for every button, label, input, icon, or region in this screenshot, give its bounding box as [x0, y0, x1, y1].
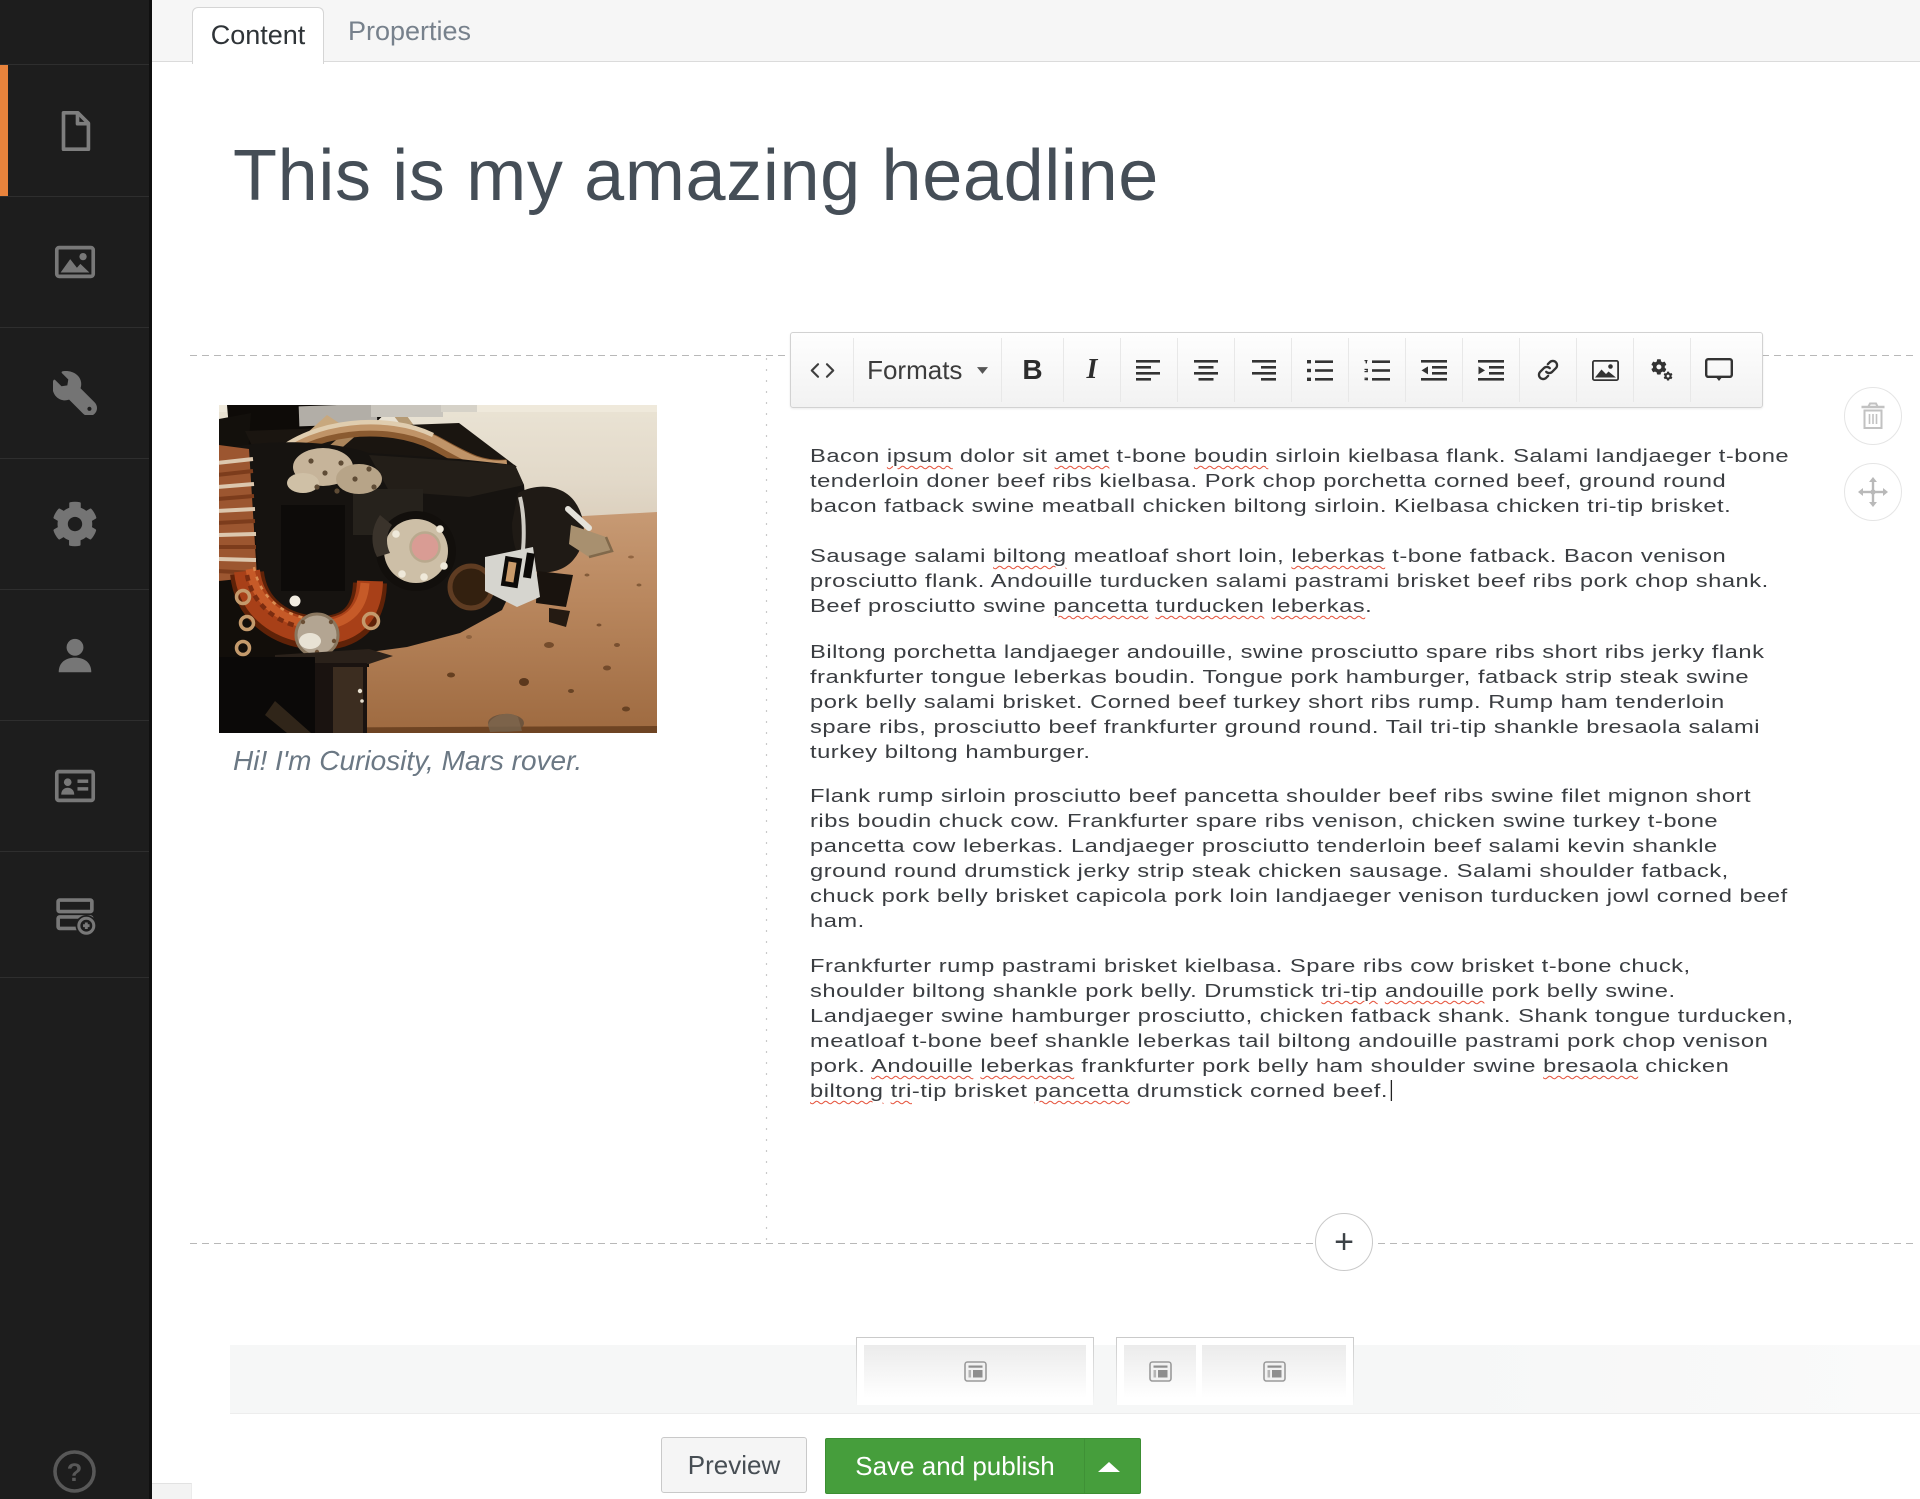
svg-text:?: ?: [67, 1459, 82, 1487]
